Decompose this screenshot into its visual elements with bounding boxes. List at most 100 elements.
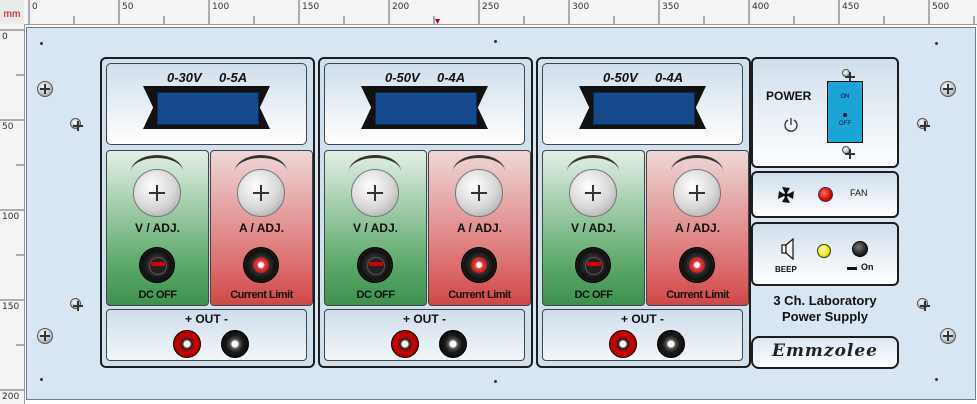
current-knob-label: A / ADJ. xyxy=(674,221,721,235)
ruler-tick-label: 50 xyxy=(2,122,14,132)
voltage-section: V / ADJ. DC OFF xyxy=(324,150,427,306)
dc-off-switch[interactable] xyxy=(139,247,175,283)
lcd-display xyxy=(375,92,477,125)
ruler-tick-label: 200 xyxy=(2,392,20,402)
lcd-display xyxy=(593,92,695,125)
marker-dot xyxy=(40,378,43,381)
current-adjust-knob[interactable] xyxy=(455,169,503,217)
channel-3: 0-50V 0-4A V / ADJ. DC OFF A / ADJ. Curr… xyxy=(536,57,751,368)
switch-cap xyxy=(367,257,385,275)
ruler-tick-label: 0 xyxy=(2,32,8,42)
device-title: 3 Ch. Laboratory Power Supply xyxy=(751,293,899,325)
voltage-section: V / ADJ. DC OFF xyxy=(106,150,209,306)
current-section: A / ADJ. Current Limit xyxy=(428,150,531,306)
positive-terminal[interactable] xyxy=(391,330,419,358)
current-range: 0-4A xyxy=(437,70,466,85)
fan-indicator-led xyxy=(818,187,833,202)
output-section: + OUT - xyxy=(542,309,743,361)
ruler-unit: mm xyxy=(0,0,25,25)
channel-1: 0-30V 0-5A V / ADJ. DC OFF A / ADJ. Curr… xyxy=(100,57,315,368)
ruler-tick-label: 100 xyxy=(212,2,230,12)
fan-label: FAN xyxy=(850,188,868,198)
dc-off-label: DC OFF xyxy=(138,289,177,301)
negative-terminal[interactable] xyxy=(657,330,685,358)
ruler-horizontal-ticks xyxy=(28,0,975,24)
positive-terminal[interactable] xyxy=(173,330,201,358)
current-adjust-knob[interactable] xyxy=(237,169,285,217)
marker-dot xyxy=(494,380,497,383)
channel-2: 0-50V 0-4A V / ADJ. DC OFF A / ADJ. Curr… xyxy=(318,57,533,368)
ruler-tick-label: 150 xyxy=(2,302,20,312)
marker-dot xyxy=(935,378,938,381)
beep-section: BEEP On xyxy=(751,222,899,286)
output-label: + OUT - xyxy=(620,312,664,326)
screw-icon xyxy=(842,69,855,82)
ruler-vertical: 0 50 100 150 200 xyxy=(0,24,25,404)
current-range: 0-5A xyxy=(219,70,248,85)
screw-icon xyxy=(37,81,53,97)
current-limit-label: Current Limit xyxy=(666,289,729,301)
voltage-range: 0-50V xyxy=(385,70,420,85)
marker-dot xyxy=(40,42,43,45)
current-limit-indicator[interactable] xyxy=(461,247,497,283)
ruler-tick-label: 250 xyxy=(482,2,500,12)
fan-section: FAN xyxy=(751,171,899,218)
current-knob-label: A / ADJ. xyxy=(456,221,503,235)
screw-icon xyxy=(842,146,855,159)
on-marker xyxy=(847,267,857,270)
voltage-knob-label: V / ADJ. xyxy=(353,221,398,235)
ruler-tick-label: 0 xyxy=(32,2,38,12)
brand-plate: Emmzolee xyxy=(751,336,899,369)
device-title-line1: 3 Ch. Laboratory xyxy=(773,293,877,308)
ruler-tick-label: 350 xyxy=(662,2,680,12)
beep-toggle-button[interactable] xyxy=(852,241,868,257)
ruler-tick-label: 500 xyxy=(932,2,950,12)
voltage-adjust-knob[interactable] xyxy=(133,169,181,217)
power-icon xyxy=(784,118,798,132)
output-label: + OUT - xyxy=(184,312,228,326)
current-limit-indicator[interactable] xyxy=(243,247,279,283)
voltage-adjust-knob[interactable] xyxy=(351,169,399,217)
current-limit-indicator[interactable] xyxy=(679,247,715,283)
ruler-tick-label: 400 xyxy=(752,2,770,12)
fan-icon xyxy=(778,187,794,203)
brand-name: Emmzolee xyxy=(771,341,878,361)
negative-terminal[interactable] xyxy=(221,330,249,358)
channel-spec-display: 0-30V 0-5A xyxy=(106,63,307,145)
dc-off-label: DC OFF xyxy=(574,289,613,301)
screw-icon xyxy=(37,328,53,344)
lcd-display xyxy=(157,92,259,125)
speaker-icon xyxy=(781,238,794,260)
switch-on-label: ON xyxy=(840,94,850,100)
current-adjust-knob[interactable] xyxy=(673,169,721,217)
screw-icon xyxy=(940,81,956,97)
voltage-section: V / ADJ. DC OFF xyxy=(542,150,645,306)
device-title-line2: Power Supply xyxy=(782,309,868,324)
switch-off-label: OFF xyxy=(839,121,851,127)
indicator-lens xyxy=(689,257,705,273)
beep-indicator-led xyxy=(817,244,831,258)
marker-dot xyxy=(494,40,497,43)
voltage-adjust-knob[interactable] xyxy=(569,169,617,217)
switch-cap xyxy=(149,257,167,275)
ruler-tick-label: 200 xyxy=(392,2,410,12)
screw-icon xyxy=(70,298,83,311)
current-limit-label: Current Limit xyxy=(448,289,511,301)
output-label: + OUT - xyxy=(402,312,446,326)
current-section: A / ADJ. Current Limit xyxy=(646,150,749,306)
dc-off-switch[interactable] xyxy=(575,247,611,283)
ruler-tick-label: 450 xyxy=(842,2,860,12)
ruler-tick-label: 300 xyxy=(572,2,590,12)
voltage-knob-label: V / ADJ. xyxy=(135,221,180,235)
power-section: POWER ON OFF xyxy=(751,57,899,168)
ruler-tick-label: 50 xyxy=(122,2,134,12)
dc-off-switch[interactable] xyxy=(357,247,393,283)
beep-on-label: On xyxy=(861,262,874,272)
ruler-tick-label: 100 xyxy=(2,212,20,222)
switch-cap xyxy=(585,257,603,275)
negative-terminal[interactable] xyxy=(439,330,467,358)
marker-dot xyxy=(935,42,938,45)
current-range: 0-4A xyxy=(655,70,684,85)
power-switch[interactable]: ON OFF xyxy=(827,81,863,143)
positive-terminal[interactable] xyxy=(609,330,637,358)
